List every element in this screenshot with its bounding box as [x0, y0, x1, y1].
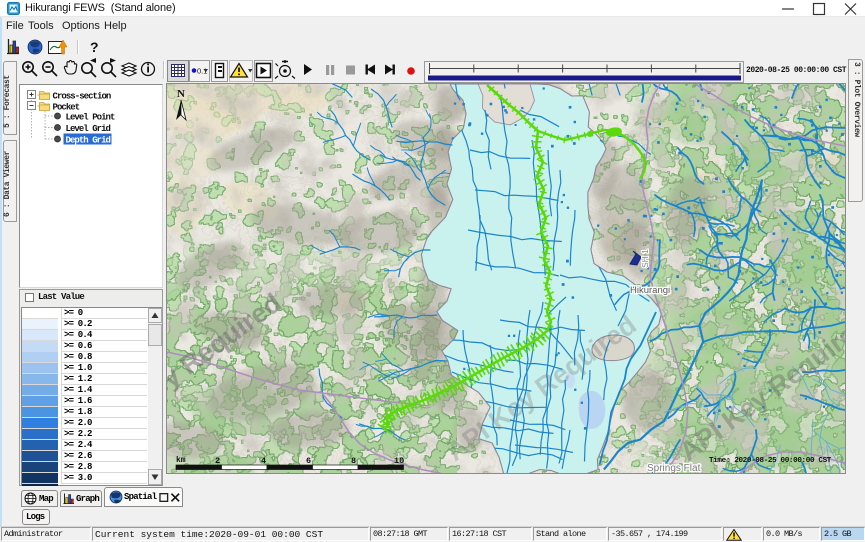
svg-text:10: 10	[394, 456, 404, 466]
svg-text:4: 4	[261, 456, 266, 466]
svg-text:Depth Grid: Depth Grid	[66, 136, 111, 146]
svg-text:2: 2	[215, 456, 220, 466]
svg-text:6: 6	[306, 456, 311, 466]
svg-text:Cross-section: Cross-section	[53, 92, 111, 102]
svg-text:N: N	[177, 88, 185, 100]
svg-text:Level Point: Level Point	[66, 113, 116, 123]
svg-text:Time: 2020-08-25 00:00:00 CST: Time: 2020-08-25 00:00:00 CST	[709, 457, 832, 465]
svg-text:km: km	[176, 456, 186, 465]
svg-text:?: ?	[90, 39, 99, 55]
svg-text:SH 1: SH 1	[640, 249, 650, 268]
svg-text:8: 8	[351, 456, 356, 466]
svg-text:Hikurangi: Hikurangi	[630, 285, 670, 296]
svg-text:Level Grid: Level Grid	[66, 124, 111, 134]
svg-text:Pocket: Pocket	[53, 103, 80, 113]
